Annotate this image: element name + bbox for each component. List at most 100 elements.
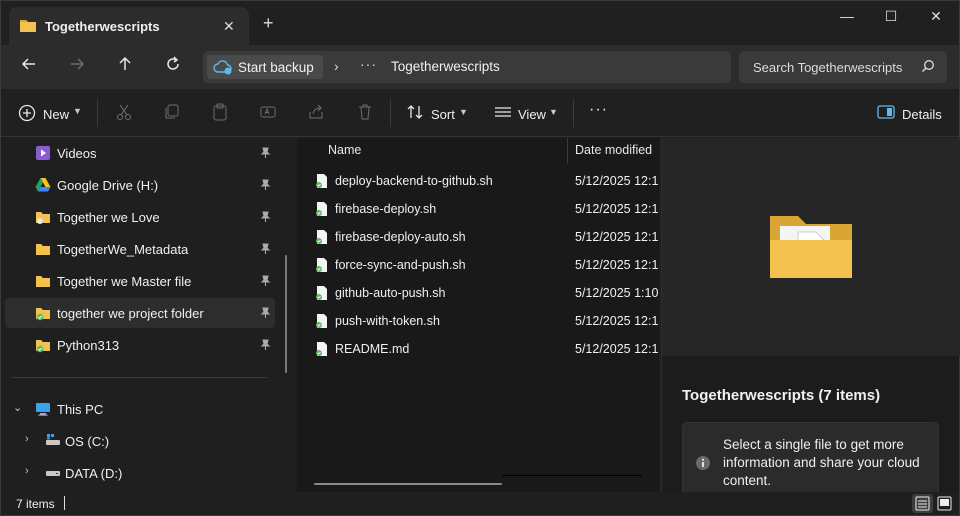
sort-icon[interactable] xyxy=(406,103,426,123)
toolbar-divider xyxy=(97,99,98,127)
file-explorer-window: Togetherwescripts ✕ + — ☐ ✕ Start backup xyxy=(0,0,960,516)
script-file-icon xyxy=(315,313,329,332)
file-row[interactable]: deploy-backend-to-github.sh 5/12/2025 12… xyxy=(305,167,659,195)
file-row[interactable]: push-with-token.sh 5/12/2025 12:18 xyxy=(305,307,659,335)
tab-togetherwescripts[interactable]: Togetherwescripts ✕ xyxy=(9,7,249,45)
tab-close-icon[interactable]: ✕ xyxy=(223,18,235,35)
view-button[interactable]: View xyxy=(518,107,546,122)
minimize-button[interactable]: — xyxy=(824,8,870,28)
file-row[interactable]: firebase-deploy.sh 5/12/2025 12:18 xyxy=(305,195,659,223)
column-header-date-modified[interactable]: Date modified xyxy=(575,143,652,169)
chevron-down-icon[interactable]: ⌄ xyxy=(13,401,22,414)
search-input[interactable]: Search Togetherwescripts xyxy=(739,51,947,83)
nav-item-python313[interactable]: Python313 xyxy=(5,330,275,360)
paste-icon[interactable] xyxy=(211,103,231,123)
file-date: 5/12/2025 1:10 P xyxy=(575,286,659,300)
pin-icon[interactable] xyxy=(259,307,271,322)
forward-arrow-icon[interactable] xyxy=(63,54,91,80)
preview-area xyxy=(662,138,960,356)
chevron-right-icon[interactable]: › xyxy=(25,433,29,445)
search-icon[interactable] xyxy=(921,59,935,76)
address-bar[interactable]: Start backup › ··· Togetherwescripts xyxy=(203,51,731,83)
start-backup-button[interactable]: Start backup xyxy=(207,55,323,79)
nav-item-videos[interactable]: Videos xyxy=(5,138,275,168)
copy-icon[interactable] xyxy=(163,103,183,123)
folder-synced-icon xyxy=(35,337,51,356)
large-folder-icon xyxy=(768,210,854,285)
view-icon[interactable] xyxy=(494,103,514,123)
column-divider[interactable] xyxy=(567,138,568,164)
column-header-name[interactable]: Name xyxy=(328,143,361,169)
status-bar: 7 items xyxy=(1,492,959,515)
maximize-button[interactable]: ☐ xyxy=(868,8,914,28)
nav-item-together-we-master-file[interactable]: Together we Master file xyxy=(5,266,275,296)
nav-scrollbar[interactable] xyxy=(285,255,287,373)
details-view-button[interactable] xyxy=(912,494,933,513)
back-arrow-icon[interactable] xyxy=(15,54,43,80)
status-divider xyxy=(64,496,65,510)
file-date: 5/12/2025 12:18 xyxy=(575,230,659,244)
breadcrumb-overflow-button[interactable]: ··· xyxy=(360,56,377,72)
breadcrumb-separator-icon[interactable]: › xyxy=(334,58,339,74)
view-chevron-down-icon[interactable]: ▼ xyxy=(549,107,558,117)
nav-item-os-drive[interactable]: › OS (C:) xyxy=(5,426,275,456)
delete-icon[interactable] xyxy=(356,103,376,123)
cut-icon[interactable] xyxy=(115,103,135,123)
file-date: 5/12/2025 12:18 xyxy=(575,174,659,188)
navigation-pane: Videos Google Drive (H:) Together we Lov… xyxy=(1,138,295,492)
nav-item-label: Together we Love xyxy=(57,210,160,225)
pin-icon[interactable] xyxy=(259,243,271,258)
file-date: 5/12/2025 12:18 xyxy=(575,342,659,356)
file-row[interactable]: firebase-deploy-auto.sh 5/12/2025 12:18 xyxy=(305,223,659,251)
sort-chevron-down-icon[interactable]: ▼ xyxy=(459,107,468,117)
tiles-view-button[interactable] xyxy=(934,494,955,513)
chevron-right-icon[interactable]: › xyxy=(25,465,29,477)
folder-cloud-icon xyxy=(35,209,51,228)
command-toolbar: New ▼ Sort ▼ View ▼ ··· Details xyxy=(1,89,959,137)
pin-icon[interactable] xyxy=(259,211,271,226)
pin-icon[interactable] xyxy=(259,275,271,290)
info-text: Select a single file to get more informa… xyxy=(723,437,920,488)
nav-item-data-drive[interactable]: › DATA (D:) xyxy=(5,458,275,488)
details-pane-icon[interactable] xyxy=(877,103,897,123)
nav-item-this-pc[interactable]: ⌄ This PC xyxy=(5,394,275,424)
toolbar-divider xyxy=(573,99,574,127)
toolbar-divider xyxy=(390,99,391,127)
file-name: firebase-deploy.sh xyxy=(335,202,437,216)
file-name: github-auto-push.sh xyxy=(335,286,446,300)
script-file-icon xyxy=(315,201,329,220)
nav-item-label: Python313 xyxy=(57,338,120,353)
start-backup-label: Start backup xyxy=(238,60,314,75)
script-file-icon xyxy=(315,229,329,248)
more-options-button[interactable]: ··· xyxy=(589,101,608,119)
file-name: deploy-backend-to-github.sh xyxy=(335,174,493,188)
refresh-icon[interactable] xyxy=(159,54,187,80)
nav-item-google-drive[interactable]: Google Drive (H:) xyxy=(5,170,275,200)
breadcrumb-current-folder[interactable]: Togetherwescripts xyxy=(391,59,500,74)
details-button[interactable]: Details xyxy=(902,107,942,122)
new-chevron-down-icon[interactable]: ▼ xyxy=(73,106,82,116)
file-row[interactable]: force-sync-and-push.sh 5/12/2025 12:18 xyxy=(305,251,659,279)
share-icon[interactable] xyxy=(307,103,327,123)
new-tab-button[interactable]: + xyxy=(263,14,274,32)
new-button[interactable]: New xyxy=(43,107,69,122)
search-placeholder: Search Togetherwescripts xyxy=(753,60,903,75)
folder-icon xyxy=(35,241,51,260)
nav-item-label: together we project folder xyxy=(57,306,204,321)
nav-item-together-we-project-folder[interactable]: together we project folder xyxy=(5,298,275,328)
new-plus-icon[interactable] xyxy=(18,104,36,125)
nav-item-togetherwe-metadata[interactable]: TogetherWe_Metadata xyxy=(5,234,275,264)
rename-icon[interactable] xyxy=(259,103,279,123)
pin-icon[interactable] xyxy=(259,147,271,162)
nav-item-together-we-love[interactable]: Together we Love xyxy=(5,202,275,232)
cloud-backup-icon xyxy=(213,58,233,79)
pin-icon[interactable] xyxy=(259,179,271,194)
file-row[interactable]: README.md 5/12/2025 12:18 xyxy=(305,335,659,363)
horizontal-scrollbar[interactable] xyxy=(314,483,502,485)
pin-icon[interactable] xyxy=(259,339,271,354)
sort-button[interactable]: Sort xyxy=(431,107,455,122)
close-window-button[interactable]: ✕ xyxy=(913,8,959,28)
up-arrow-icon[interactable] xyxy=(111,54,139,80)
file-row[interactable]: github-auto-push.sh 5/12/2025 1:10 P xyxy=(305,279,659,307)
script-file-icon xyxy=(315,257,329,276)
